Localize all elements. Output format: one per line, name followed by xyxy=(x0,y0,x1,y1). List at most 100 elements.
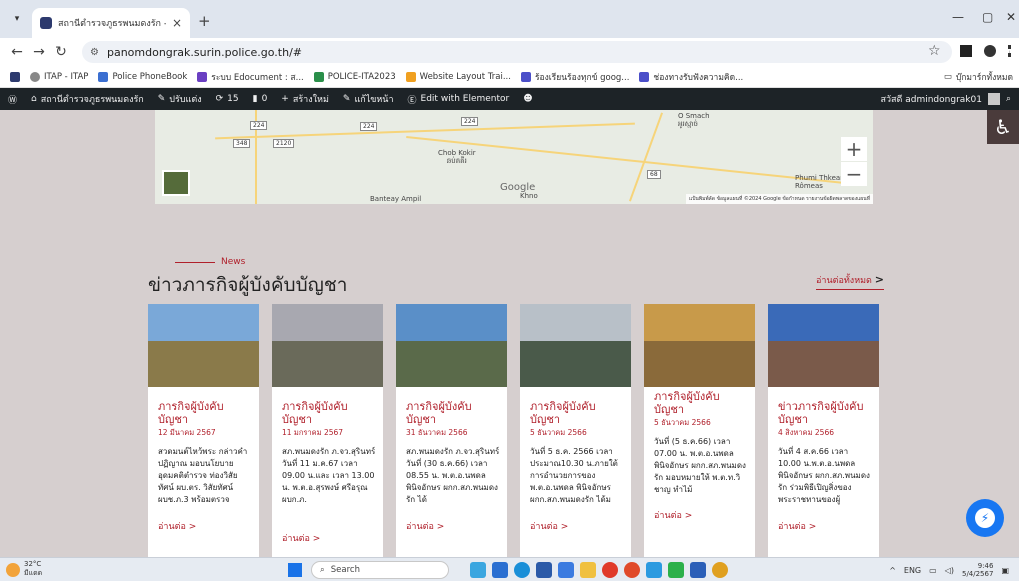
network-icon[interactable]: ▭ xyxy=(929,566,937,575)
wp-new[interactable]: + สร้างใหม่ xyxy=(281,92,329,106)
widgets-icon[interactable] xyxy=(470,562,486,578)
news-card[interactable]: ข่าวภารกิจผู้บังคับบัญชา 4 สิงหาคม 2566 … xyxy=(768,304,879,557)
news-card-title[interactable]: ภารกิจผู้บังคับบัญชา xyxy=(654,390,749,416)
teams-icon[interactable] xyxy=(492,562,508,578)
zoom-in-button[interactable]: + xyxy=(841,137,867,161)
news-card-image[interactable] xyxy=(272,304,383,387)
taskbar-search[interactable]: ⌕ Search xyxy=(311,561,449,579)
google-map[interactable]: 224 348 2120 224 224 68 O Smach អូរស្មាច់… xyxy=(155,110,873,204)
bookmark-item[interactable]: ช่องทางรับฟังความคิด... xyxy=(639,70,743,84)
notification-icon[interactable]: ▣ xyxy=(1001,566,1009,575)
news-card-image[interactable] xyxy=(396,304,507,387)
messenger-chat-button[interactable]: ⚡ xyxy=(966,499,1004,537)
wordpress-logo-icon[interactable]: Ⓦ xyxy=(8,93,17,106)
wp-elementor[interactable]: Ⓔ Edit with Elementor xyxy=(408,93,510,106)
back-icon[interactable]: ← xyxy=(6,44,28,60)
file-explorer-icon[interactable] xyxy=(580,562,596,578)
search-icon: ⌕ xyxy=(320,565,325,575)
clock[interactable]: 9:46 5/4/2567 xyxy=(962,562,993,578)
wp-admin-bar: Ⓦ ⌂ สถานีตำรวจภูธรพนมดงรัก ✎ ปรับแต่ง ⟳ … xyxy=(0,88,1019,110)
edge-icon[interactable] xyxy=(514,562,530,578)
news-card[interactable]: ภารกิจผู้บังคับบัญชา 12 มีนาคม 2567 สวดม… xyxy=(148,304,259,557)
read-all-link[interactable]: อ่านต่อทั้งหมด > xyxy=(816,273,884,290)
tab-search-button[interactable]: ▾ xyxy=(8,10,26,28)
bookmark-item[interactable]: ร้องเรียนร้องทุกข์ goog... xyxy=(520,70,629,84)
weather-icon[interactable] xyxy=(6,563,20,577)
news-card[interactable]: ภารกิจผู้บังคับบัญชา 5 ธันวาคม 2566 วันท… xyxy=(644,304,755,557)
extension-icon[interactable] xyxy=(960,45,972,57)
map-attribution[interactable]: แป้นพิมพ์ลัด ข้อมูลแผนที่ ©2024 Google ข… xyxy=(685,194,873,204)
bookmark-item[interactable]: Website Layout Trai... xyxy=(405,71,511,82)
close-window-icon[interactable]: ✕ xyxy=(1006,10,1016,24)
weather-widget[interactable]: 32°C มีแดด xyxy=(24,560,42,578)
bookmark-item[interactable]: Police PhoneBook xyxy=(98,71,187,82)
news-card-image[interactable] xyxy=(520,304,631,387)
all-bookmarks-folder[interactable]: ▭ บุ๊กมาร์กทั้งหมด xyxy=(944,70,1013,84)
zoom-out-button[interactable]: − xyxy=(841,162,867,186)
browser-tab[interactable]: สถานีตำรวจภูธรพนมดงรัก - Phanom × xyxy=(32,8,190,38)
reload-icon[interactable]: ↻ xyxy=(50,44,72,60)
news-card-date: 11 มกราคม 2567 xyxy=(282,428,344,437)
news-card-title[interactable]: ข่าวภารกิจผู้บังคับบัญชา xyxy=(778,400,873,426)
news-card-title[interactable]: ภารกิจผู้บังคับบัญชา xyxy=(530,400,625,426)
wp-ai-icon[interactable]: ☻ xyxy=(523,94,532,104)
news-card-image[interactable] xyxy=(768,304,879,387)
tab-title: สถานีตำรวจภูธรพนมดงรัก - Phanom xyxy=(58,19,166,29)
read-more-link[interactable]: อ่านต่อ > xyxy=(778,519,816,533)
chrome-alt-icon[interactable] xyxy=(712,562,728,578)
map-type-toggle[interactable] xyxy=(162,170,190,196)
read-more-link[interactable]: อ่านต่อ > xyxy=(158,519,196,533)
line-icon[interactable] xyxy=(558,562,574,578)
accessibility-icon[interactable]: ♿ xyxy=(987,110,1019,144)
volume-icon[interactable]: ◁) xyxy=(945,566,954,575)
photos-icon[interactable] xyxy=(646,562,662,578)
route-marker: 68 xyxy=(647,170,661,179)
bookmark-item[interactable]: ระบบ Edocument : ส... xyxy=(197,70,304,84)
news-card[interactable]: ภารกิจผู้บังคับบัญชา 31 ธันวาคม 2566 สภ.… xyxy=(396,304,507,557)
close-tab-icon[interactable]: × xyxy=(172,16,182,30)
read-more-link[interactable]: อ่านต่อ > xyxy=(282,531,320,545)
profile-icon[interactable] xyxy=(984,45,996,57)
site-favicon-icon[interactable] xyxy=(10,71,20,82)
news-card[interactable]: ภารกิจผู้บังคับบัญชา 11 มกราคม 2567 สภ.พ… xyxy=(272,304,383,557)
news-card-title[interactable]: ภารกิจผู้บังคับบัญชา xyxy=(406,400,501,426)
word-icon[interactable] xyxy=(690,562,706,578)
minimize-icon[interactable]: — xyxy=(952,10,964,24)
read-more-link[interactable]: อ่านต่อ > xyxy=(406,519,444,533)
browser-menu-icon[interactable] xyxy=(1008,45,1011,57)
site-info-icon[interactable]: ⚙ xyxy=(90,47,99,58)
news-card-image[interactable] xyxy=(148,304,259,387)
bookmark-icon xyxy=(313,71,324,82)
wp-site-name[interactable]: ⌂ สถานีตำรวจภูธรพนมดงรัก xyxy=(31,92,144,106)
wp-edit-page[interactable]: ✎ แก้ไขหน้า xyxy=(343,92,394,106)
chrome-icon[interactable] xyxy=(624,562,640,578)
chevron-right-icon: > xyxy=(874,273,884,286)
wp-comments[interactable]: ▮ 0 xyxy=(253,94,268,104)
wp-updates[interactable]: ⟳ 15 xyxy=(216,94,239,104)
read-more-link[interactable]: อ่านต่อ > xyxy=(530,519,568,533)
avatar[interactable] xyxy=(987,93,1000,105)
news-card-title[interactable]: ภารกิจผู้บังคับบัญชา xyxy=(282,400,377,426)
forward-icon[interactable]: → xyxy=(28,44,50,60)
read-more-link[interactable]: อ่านต่อ > xyxy=(654,508,692,522)
bookmark-star-icon[interactable]: ☆ xyxy=(928,43,941,59)
wp-account[interactable]: สวัสดี admindongrak01 xyxy=(880,92,981,106)
wp-customize[interactable]: ✎ ปรับแต่ง xyxy=(158,92,202,106)
bookmark-item[interactable]: ITAP - ITAP xyxy=(30,71,88,82)
line-app-icon[interactable] xyxy=(668,562,684,578)
windows-start-icon[interactable] xyxy=(288,563,302,577)
search-icon[interactable]: ⌕ xyxy=(1006,94,1011,104)
news-card-date: 12 มีนาคม 2567 xyxy=(158,428,216,437)
news-card-title[interactable]: ภารกิจผู้บังคับบัญชา xyxy=(158,400,253,426)
restore-icon[interactable]: ▢ xyxy=(982,10,993,24)
news-card-excerpt: วันที่ (5 ธ.ค.66) เวลา 07.00 น. พ.ต.อ.นพ… xyxy=(654,437,746,494)
store-icon[interactable] xyxy=(536,562,552,578)
opera-icon[interactable] xyxy=(602,562,618,578)
language-indicator[interactable]: ENG xyxy=(904,566,921,575)
new-tab-icon[interactable]: + xyxy=(198,12,211,30)
news-card[interactable]: ภารกิจผู้บังคับบัญชา 5 ธันวาคม 2566 วันท… xyxy=(520,304,631,557)
news-card-image[interactable] xyxy=(644,304,755,387)
chevron-up-icon[interactable]: ^ xyxy=(889,566,896,575)
bookmark-item[interactable]: POLICE-ITA2023 xyxy=(313,71,396,82)
url-field[interactable]: ⚙ panomdongrak.surin.police.go.th/# xyxy=(82,41,952,63)
